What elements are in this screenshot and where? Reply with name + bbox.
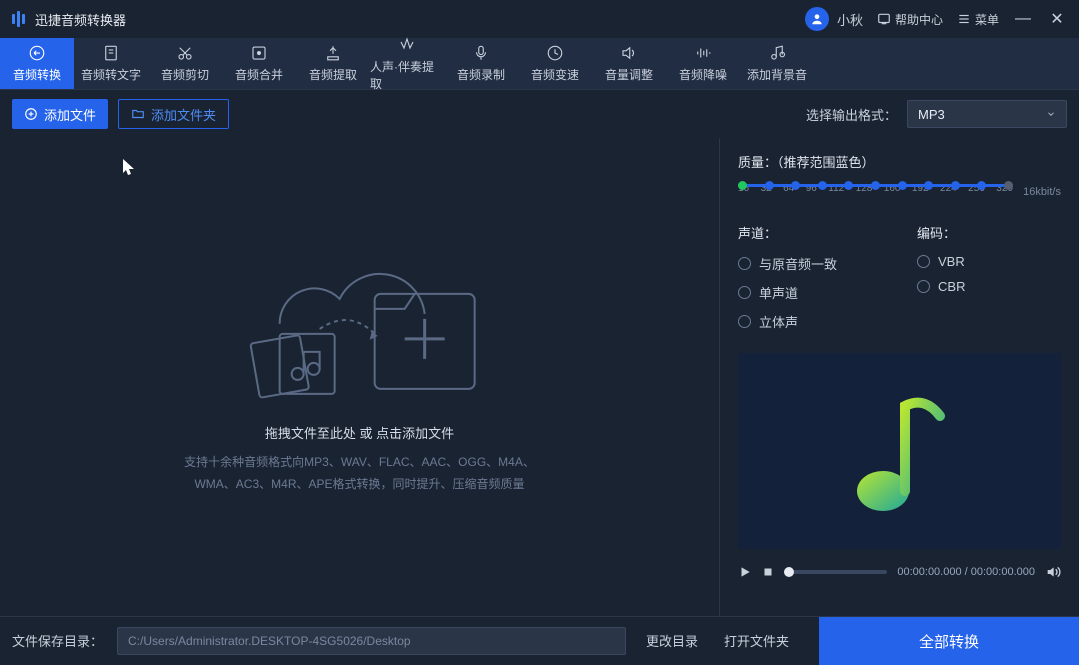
dropzone-illustration [219, 239, 499, 409]
scissors-icon [176, 44, 194, 62]
tab-audio-convert[interactable]: 音频转换 [0, 38, 74, 89]
dropzone-sub1: 支持十余种音频格式向MP3、WAV、FLAC、AAC、OGG、M4A、 [184, 452, 535, 474]
tab-audio-cut[interactable]: 音频剪切 [148, 38, 222, 89]
encoding-option-cbr[interactable]: CBR [917, 279, 965, 294]
quality-label: 质量：（推荐范围蓝色） [738, 152, 1061, 171]
user-name: 小秋 [837, 10, 863, 29]
avatar-icon [805, 7, 829, 31]
dropzone-title: 拖拽文件至此处 或 点击添加文件 [265, 423, 454, 442]
drop-area[interactable]: 拖拽文件至此处 或 点击添加文件 支持十余种音频格式向MP3、WAV、FLAC、… [0, 138, 719, 616]
tab-audio-record[interactable]: 音频录制 [444, 38, 518, 89]
help-center-button[interactable]: 帮助中心 [877, 11, 943, 28]
quality-unit: 16kbit/s [1023, 186, 1061, 198]
merge-icon [250, 44, 268, 62]
output-format-label: 选择输出格式： [806, 105, 897, 124]
change-dir-button[interactable]: 更改目录 [640, 631, 704, 650]
output-format-select[interactable]: MP3 [907, 100, 1067, 128]
tab-audio-extract[interactable]: 音频提取 [296, 38, 370, 89]
play-icon[interactable] [738, 565, 752, 579]
tab-audio-to-text[interactable]: 音频转文字 [74, 38, 148, 89]
settings-panel: 质量：（推荐范围蓝色） 16 32 64 96 112 128 160 192 … [719, 138, 1079, 616]
seek-bar[interactable] [784, 570, 887, 574]
vocal-icon [398, 36, 416, 54]
quality-slider[interactable]: 16 32 64 96 112 128 160 192 224 256 320 [738, 181, 1013, 203]
tab-denoise[interactable]: 音频降噪 [666, 38, 740, 89]
bgm-icon [768, 44, 786, 62]
app-logo: 迅捷音频转换器 [12, 10, 126, 29]
tab-audio-merge[interactable]: 音频合并 [222, 38, 296, 89]
folder-icon [131, 107, 145, 121]
app-title: 迅捷音频转换器 [35, 10, 126, 29]
speed-icon [546, 44, 564, 62]
plus-circle-icon [24, 107, 38, 121]
action-bar: 添加文件 添加文件夹 选择输出格式： MP3 [0, 90, 1079, 138]
title-bar: 迅捷音频转换器 小秋 帮助中心 菜单 — ✕ [0, 0, 1079, 38]
channel-option-same[interactable]: 与原音频一致 [738, 254, 837, 273]
footer-bar: 文件保存目录： C:/Users/Administrator.DESKTOP-4… [0, 616, 1079, 664]
minimize-button[interactable]: — [1013, 10, 1033, 28]
channel-header: 声道： [738, 223, 837, 242]
extract-icon [324, 44, 342, 62]
audio-player: 00:00:00.000 / 00:00:00.000 [738, 557, 1061, 587]
denoise-icon [694, 44, 712, 62]
volume-icon [620, 44, 638, 62]
add-file-button[interactable]: 添加文件 [12, 99, 108, 129]
speaker-icon[interactable] [1045, 564, 1061, 580]
save-dir-label: 文件保存目录： [12, 631, 103, 650]
tab-add-bgm[interactable]: 添加背景音 [740, 38, 814, 89]
preview-panel [738, 353, 1061, 549]
time-display: 00:00:00.000 / 00:00:00.000 [897, 566, 1035, 578]
add-folder-button[interactable]: 添加文件夹 [118, 99, 229, 129]
user-area[interactable]: 小秋 [805, 7, 863, 31]
convert-icon [28, 44, 46, 62]
tool-tabs: 音频转换 音频转文字 音频剪切 音频合并 音频提取 人声·伴奏提取 音频录制 音… [0, 38, 1079, 90]
mic-icon [472, 44, 490, 62]
logo-icon [12, 11, 25, 27]
chevron-down-icon [1046, 109, 1056, 119]
menu-button[interactable]: 菜单 [957, 11, 999, 28]
stop-icon[interactable] [762, 566, 774, 578]
tab-audio-speed[interactable]: 音频变速 [518, 38, 592, 89]
convert-all-button[interactable]: 全部转换 [819, 617, 1079, 665]
save-dir-path[interactable]: C:/Users/Administrator.DESKTOP-4SG5026/D… [117, 627, 626, 655]
encoding-header: 编码： [917, 223, 965, 242]
tab-volume-adjust[interactable]: 音量调整 [592, 38, 666, 89]
to-text-icon [102, 44, 120, 62]
encoding-option-vbr[interactable]: VBR [917, 254, 965, 269]
open-folder-button[interactable]: 打开文件夹 [718, 631, 795, 650]
cursor-icon [122, 158, 136, 176]
close-button[interactable]: ✕ [1047, 9, 1067, 29]
dropzone-sub2: WMA、AC3、M4R、APE格式转换，同时提升、压缩音频质量 [184, 474, 535, 496]
music-note-icon [845, 386, 955, 516]
channel-option-mono[interactable]: 单声道 [738, 283, 837, 302]
channel-option-stereo[interactable]: 立体声 [738, 312, 837, 331]
tab-vocal-extract[interactable]: 人声·伴奏提取 [370, 38, 444, 89]
